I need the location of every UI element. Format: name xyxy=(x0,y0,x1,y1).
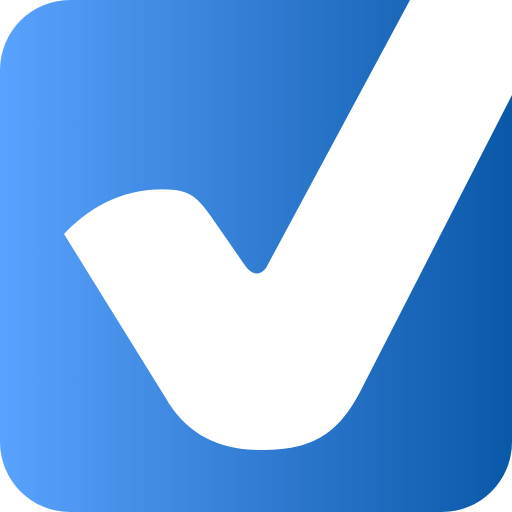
app-icon xyxy=(0,0,512,512)
checkmark-icon xyxy=(0,0,512,512)
